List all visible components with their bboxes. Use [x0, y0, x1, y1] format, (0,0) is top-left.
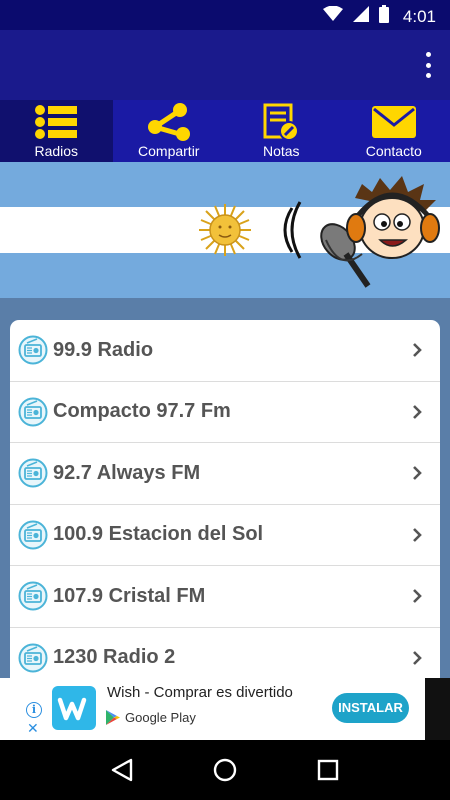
more-vert-icon[interactable]	[420, 52, 436, 78]
cellular-signal-icon	[352, 6, 369, 27]
sound-waves	[283, 201, 302, 259]
status-icons: 4:01	[322, 5, 436, 28]
list-item[interactable]: 1230 Radio 2	[10, 628, 440, 679]
radio-icon	[18, 335, 48, 365]
recents-icon	[318, 759, 339, 781]
station-name: 1230 Radio 2	[53, 646, 176, 669]
battery-icon	[378, 5, 389, 28]
tab-radios[interactable]: Radios	[0, 100, 113, 162]
content-area: 99.9 Radio Compacto 97.7 Fm 92.7 Always …	[0, 298, 450, 678]
ad-info-icon[interactable]: i	[26, 702, 42, 718]
wifi-icon	[322, 5, 343, 27]
google-play-icon	[106, 710, 120, 725]
cartoon-headphones-icon	[346, 176, 440, 259]
status-bar: 4:01	[0, 0, 450, 30]
mail-icon	[371, 102, 416, 142]
chevron-right-icon	[413, 589, 422, 604]
list-item[interactable]: 100.9 Estacion del Sol	[10, 505, 440, 566]
tab-label: Contacto	[365, 143, 422, 159]
notes-edit-icon	[261, 102, 301, 142]
list-item[interactable]: 99.9 Radio	[10, 320, 440, 382]
station-name: 92.7 Always FM	[53, 461, 201, 484]
chevron-right-icon	[413, 650, 422, 665]
station-name: 99.9 Radio	[53, 338, 154, 361]
radio-icon	[18, 397, 48, 427]
chevron-right-icon	[413, 343, 422, 358]
home-icon	[213, 758, 237, 782]
chevron-right-icon	[413, 404, 422, 419]
station-name: Compacto 97.7 Fm	[53, 400, 231, 423]
system-nav-bar	[0, 740, 450, 800]
tab-compartir[interactable]: Compartir	[113, 100, 226, 162]
radio-icon	[18, 458, 48, 488]
ad-store-label: Google Play	[125, 710, 196, 725]
radio-icon	[18, 581, 48, 611]
ad-app-name: Wish - Comprar es divertido	[107, 684, 293, 701]
list-item[interactable]: 107.9 Cristal FM	[10, 566, 440, 628]
home-button[interactable]	[205, 750, 245, 790]
back-button[interactable]	[102, 750, 142, 790]
list-icon	[35, 102, 78, 142]
tab-bar: Radios Compartir Notas Contacto	[0, 100, 450, 162]
back-icon	[111, 758, 132, 782]
tab-notas[interactable]: Notas	[225, 100, 338, 162]
radio-icon	[18, 520, 48, 550]
tab-label: Compartir	[138, 143, 200, 159]
chevron-right-icon	[413, 527, 422, 542]
chevron-right-icon	[413, 466, 422, 481]
recents-button[interactable]	[308, 750, 348, 790]
station-name: 107.9 Cristal FM	[53, 584, 206, 607]
tab-contacto[interactable]: Contacto	[338, 100, 450, 162]
status-time: 4:01	[402, 6, 436, 26]
ad-close-icon[interactable]: ✕	[27, 721, 39, 735]
ad-store: Google Play	[106, 710, 196, 725]
tab-label: Radios	[34, 143, 79, 159]
sun-of-may-icon	[199, 204, 251, 256]
tab-label: Notas	[262, 143, 300, 159]
ad-side-strip	[425, 678, 450, 740]
install-button[interactable]: INSTALAR	[332, 693, 409, 723]
station-list: 99.9 Radio Compacto 97.7 Fm 92.7 Always …	[10, 320, 440, 678]
list-item[interactable]: Compacto 97.7 Fm	[10, 382, 440, 443]
share-icon	[147, 102, 191, 142]
wish-logo-icon	[52, 686, 96, 730]
header-banner-image	[0, 162, 450, 298]
radio-icon	[18, 643, 48, 673]
list-item[interactable]: 92.7 Always FM	[10, 443, 440, 505]
station-name: 100.9 Estacion del Sol	[53, 523, 264, 546]
app-bar	[0, 30, 450, 100]
